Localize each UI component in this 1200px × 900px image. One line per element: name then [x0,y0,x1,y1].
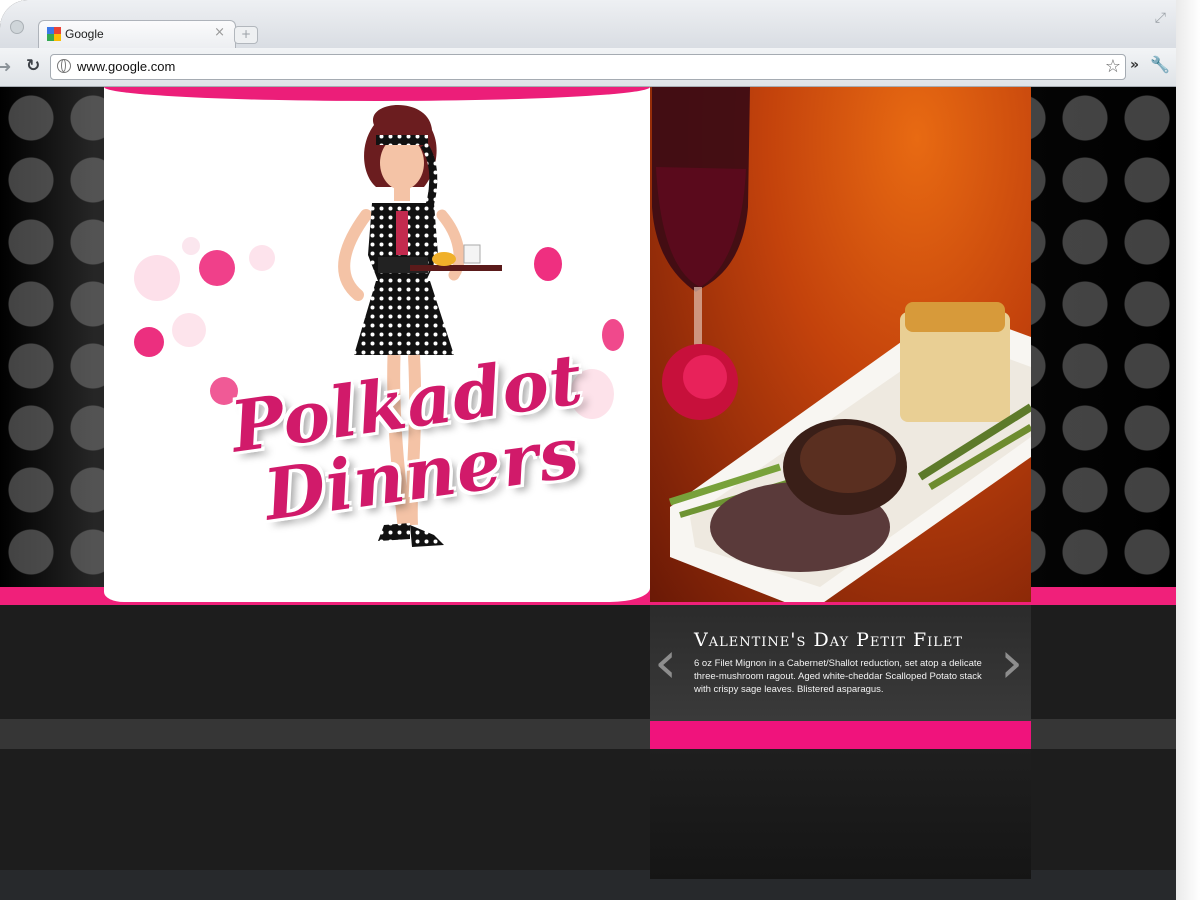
window-edge [1176,0,1200,900]
browser-tab[interactable]: Google × [38,20,236,49]
web-page: Polkadot Dinners ‹ Valentine's Day Petit… [0,87,1176,900]
new-tab-button[interactable]: + [234,26,258,44]
wrench-icon[interactable]: 🔧 [1150,55,1170,74]
new-tab-icon: + [240,27,252,41]
tab-strip: Google × + ⤢ [0,0,1176,49]
close-icon[interactable]: × [214,25,225,40]
dish-photo-art [652,87,1031,602]
star-icon[interactable]: ☆ [1105,56,1121,77]
browser-toolbar: ➜ ↻ www.google.com ☆ » 🔧 [0,48,1176,87]
globe-icon [57,59,71,73]
polka-dot [182,237,200,255]
google-favicon [47,27,61,41]
caption-pink-bar [650,721,1031,749]
polka-dot [199,250,235,286]
window-control-icon[interactable] [10,20,24,34]
polka-dot [534,247,562,281]
dish-title: Valentine's Day Petit Filet [694,629,964,651]
dish-description: 6 oz Filet Mignon in a Cabernet/Shallot … [694,658,982,695]
featured-dish-photo[interactable] [650,87,1031,602]
polka-dot [172,313,206,347]
next-slide-button[interactable]: › [1000,633,1023,691]
brand-logo-text: Polkadot Dinners [214,337,610,536]
tab-title: Google [65,27,104,41]
back-icon[interactable]: ➜ [0,57,11,76]
more-icon[interactable]: » [1130,57,1139,73]
polka-dot [249,245,275,271]
polka-dot [134,255,180,301]
polka-dot [134,327,164,357]
url-text[interactable]: www.google.com [77,59,175,74]
reload-icon[interactable]: ↻ [26,56,40,76]
logo-panel[interactable]: Polkadot Dinners [104,87,650,602]
dish-caption: ‹ Valentine's Day Petit Filet 6 oz Filet… [650,605,1031,721]
polka-dot [602,319,624,351]
pink-swoosh [104,87,650,101]
caption-shadow [650,749,1031,879]
resize-icon[interactable]: ⤢ [1155,10,1166,26]
browser-window: Google × + ⤢ ➜ ↻ www.google.com ☆ » 🔧 Po… [0,0,1176,900]
address-bar[interactable]: www.google.com ☆ [50,54,1126,80]
prev-slide-button[interactable]: ‹ [654,633,677,691]
